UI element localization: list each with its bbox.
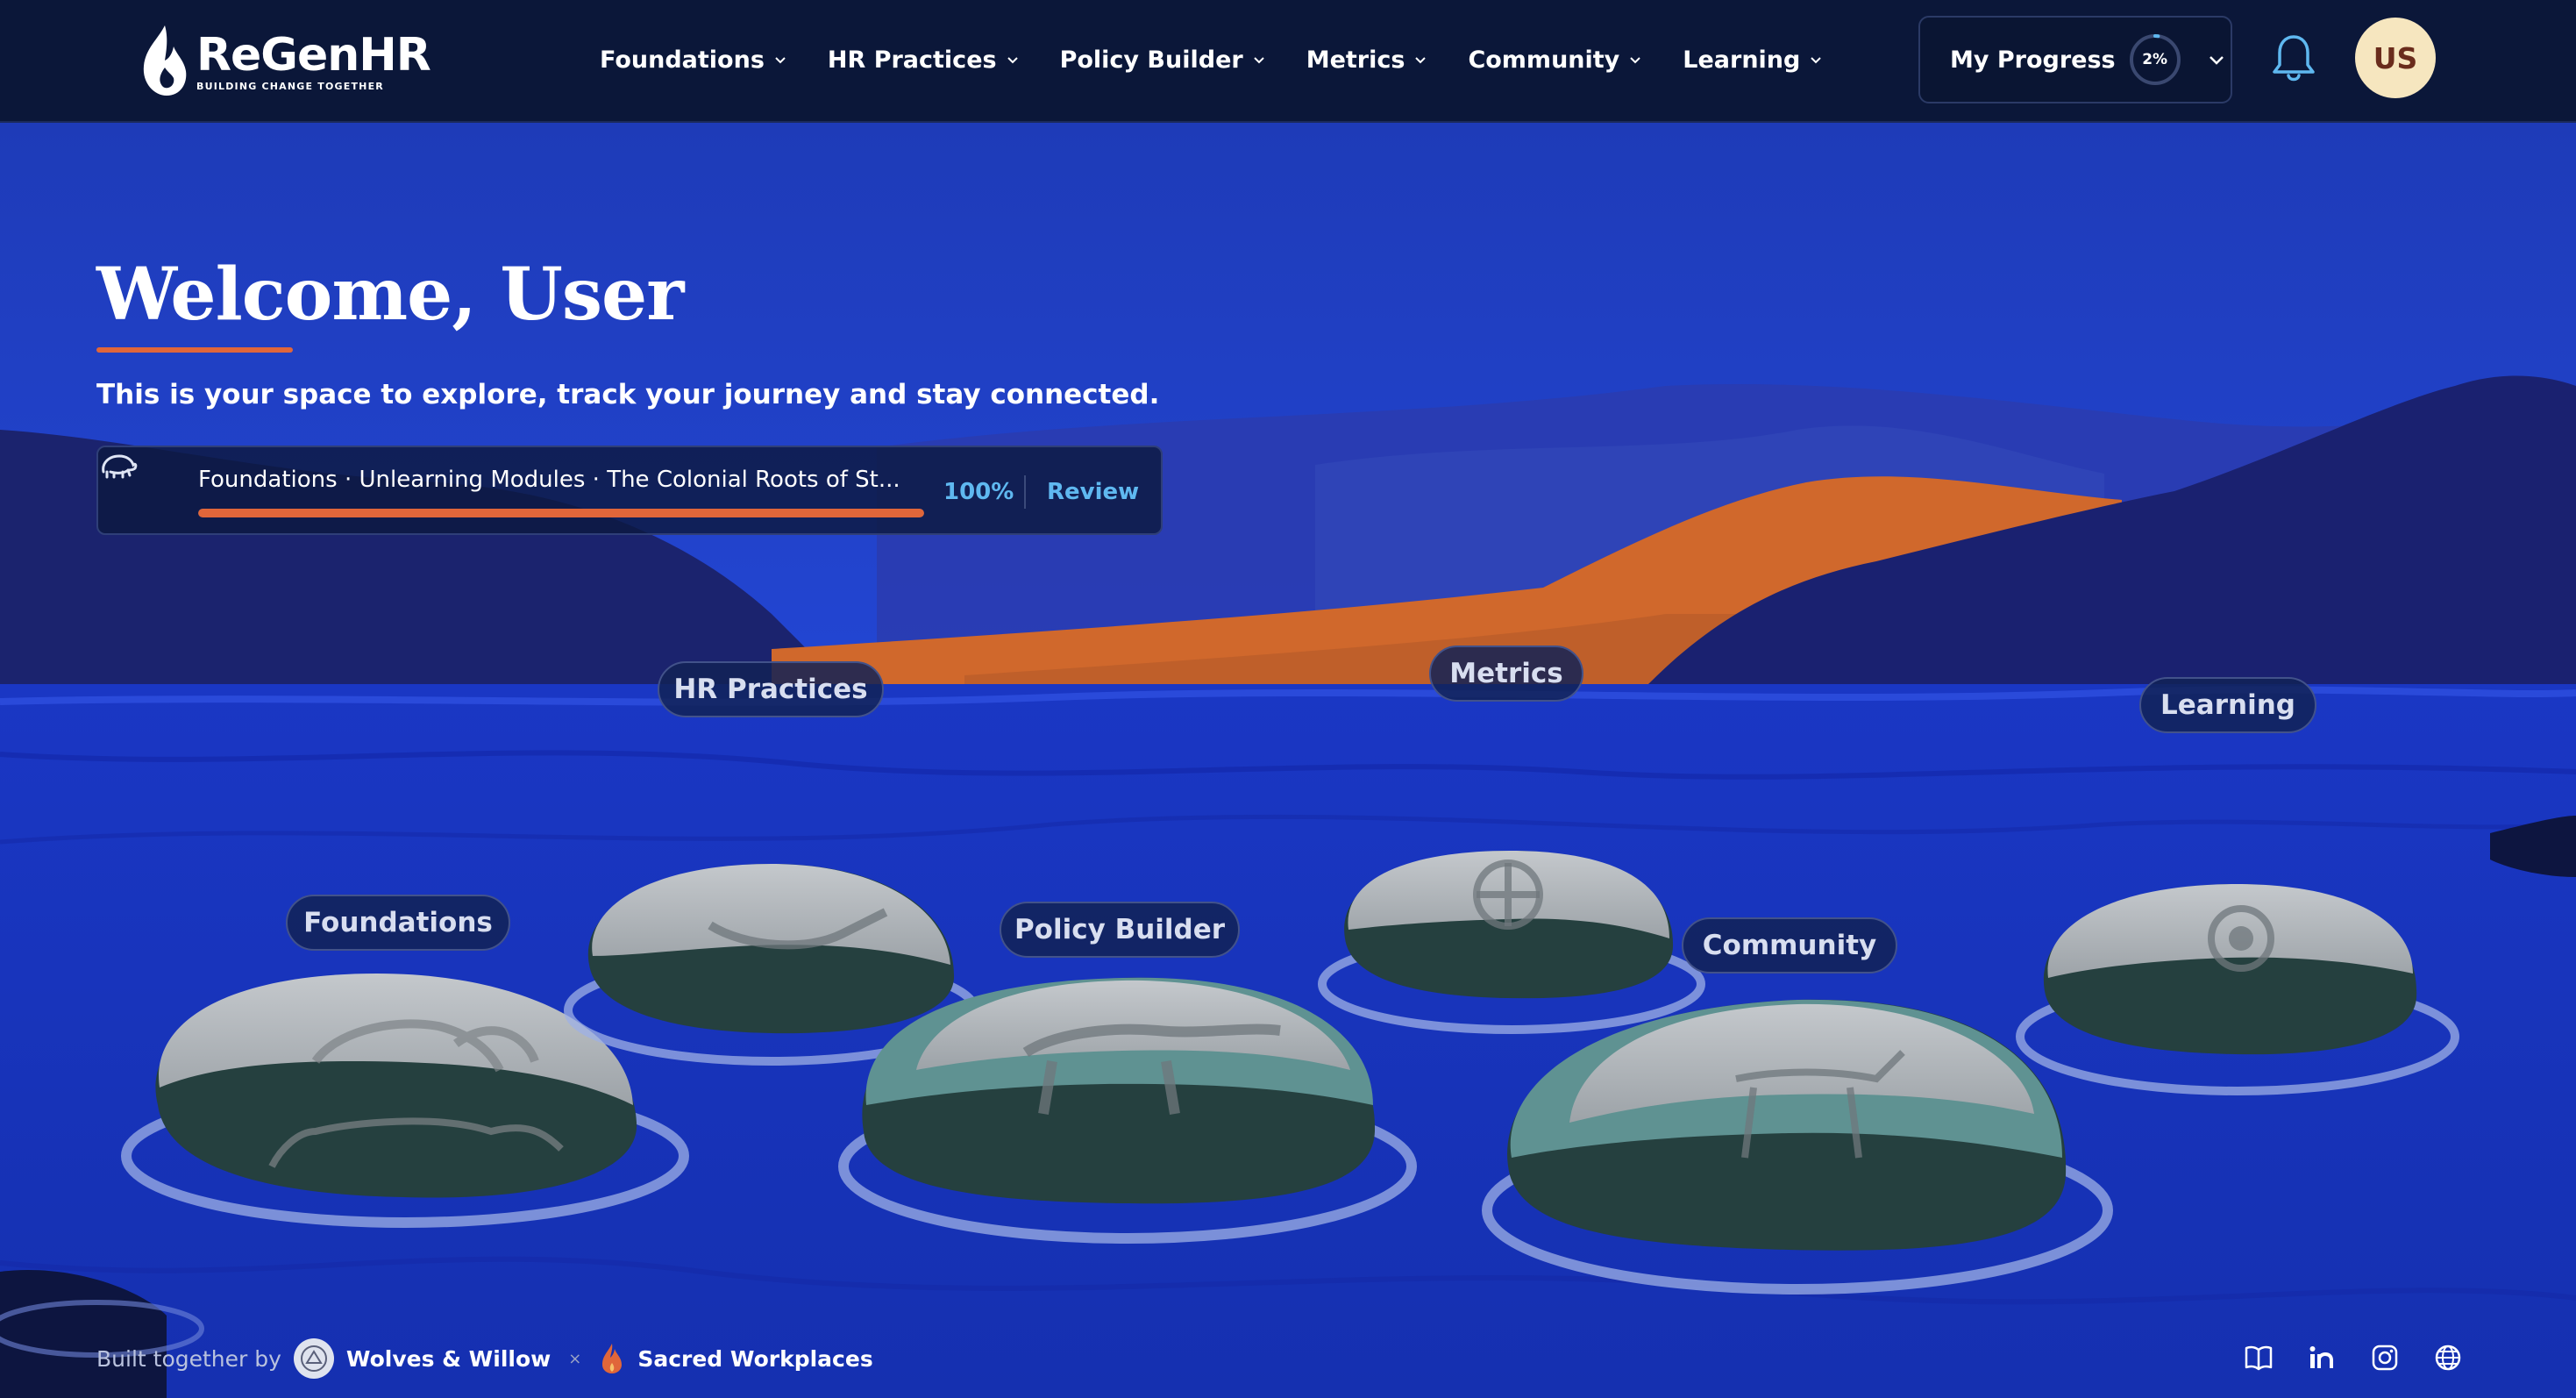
wolves-willow-logo-icon xyxy=(293,1338,334,1379)
partner-wolves-willow[interactable]: Wolves & Willow xyxy=(346,1346,551,1372)
resume-percent: 100% xyxy=(943,479,1014,505)
progress-percent: 2% xyxy=(2142,51,2168,68)
chevron-down-icon xyxy=(2209,56,2224,65)
review-link[interactable]: Review xyxy=(1047,479,1139,505)
linkedin-icon[interactable] xyxy=(2306,1342,2338,1373)
flame-logo-icon xyxy=(143,25,187,96)
stone-label-hr-practices[interactable]: HR Practices xyxy=(658,661,884,717)
logo-name: ReGenHR xyxy=(196,28,431,82)
stone-label-foundations[interactable]: Foundations xyxy=(286,895,510,951)
logo-wordmark: ReGenHR BUILDING CHANGE TOGETHER xyxy=(196,32,431,91)
partner-sacred-workplaces[interactable]: Sacred Workplaces xyxy=(637,1346,872,1372)
stone-label-policy-builder[interactable]: Policy Builder xyxy=(1000,902,1240,958)
divider xyxy=(1024,475,1026,509)
footer-social-links xyxy=(2243,1342,2464,1373)
resume-progress-card[interactable]: Foundations · Unlearning Modules · The C… xyxy=(96,446,1163,535)
user-avatar[interactable]: US xyxy=(2355,18,2436,98)
stone-label-community[interactable]: Community xyxy=(1682,917,1897,974)
chevron-down-icon xyxy=(1253,57,1264,64)
book-icon[interactable] xyxy=(2243,1342,2274,1373)
nav-label: Learning xyxy=(1683,46,1801,74)
progress-label: My Progress xyxy=(1950,46,2116,74)
nav-label: Metrics xyxy=(1306,46,1405,74)
nav-learning[interactable]: Learning xyxy=(1683,39,1823,81)
chevron-down-icon xyxy=(1811,57,1822,64)
nav-hr-practices[interactable]: HR Practices xyxy=(828,39,1020,81)
title-underline xyxy=(96,347,293,353)
nav-label: Policy Builder xyxy=(1059,46,1243,74)
resume-progress-bar xyxy=(198,509,924,517)
nav-metrics[interactable]: Metrics xyxy=(1306,39,1428,81)
page-subtitle: This is your space to explore, track you… xyxy=(96,379,1160,410)
footer-credits: Built together by Wolves & Willow × Sacr… xyxy=(96,1338,873,1379)
bell-icon[interactable] xyxy=(2269,32,2318,86)
nav-foundations[interactable]: Foundations xyxy=(600,39,787,81)
page-title: Welcome, User xyxy=(96,253,684,337)
chevron-down-icon xyxy=(1630,57,1640,64)
logo-tagline: BUILDING CHANGE TOGETHER xyxy=(196,80,384,92)
progress-ring: 2% xyxy=(2128,32,2182,87)
regenhr-logo[interactable]: ReGenHR BUILDING CHANGE TOGETHER xyxy=(139,21,431,102)
main-nav: Foundations HR Practices Policy Builder … xyxy=(600,39,1863,81)
my-progress-button[interactable]: My Progress 2% xyxy=(1918,16,2232,103)
partner-separator: × xyxy=(568,1349,582,1368)
built-together-label: Built together by xyxy=(96,1345,281,1372)
nav-policy-builder[interactable]: Policy Builder xyxy=(1060,39,1266,81)
nav-label: HR Practices xyxy=(827,46,997,74)
stone-label-learning[interactable]: Learning xyxy=(2139,677,2316,733)
nav-label: Community xyxy=(1468,46,1620,74)
bison-petroglyph-icon xyxy=(102,454,138,479)
instagram-icon[interactable] xyxy=(2369,1342,2401,1373)
nav-label: Foundations xyxy=(600,46,765,74)
nav-community[interactable]: Community xyxy=(1468,39,1642,81)
chevron-down-icon xyxy=(1007,57,1018,64)
top-navigation-bar: ReGenHR BUILDING CHANGE TOGETHER Foundat… xyxy=(0,0,2576,123)
chevron-down-icon xyxy=(1415,57,1427,64)
landscape-scene: Welcome, User This is your space to expl… xyxy=(0,123,2576,1398)
resume-module-path: Foundations · Unlearning Modules · The C… xyxy=(198,467,900,493)
resume-progress-fill xyxy=(198,509,924,517)
globe-icon[interactable] xyxy=(2432,1342,2464,1373)
chevron-down-icon xyxy=(775,57,786,64)
stone-label-metrics[interactable]: Metrics xyxy=(1429,646,1583,702)
sacred-workplaces-flame-icon xyxy=(602,1344,623,1373)
